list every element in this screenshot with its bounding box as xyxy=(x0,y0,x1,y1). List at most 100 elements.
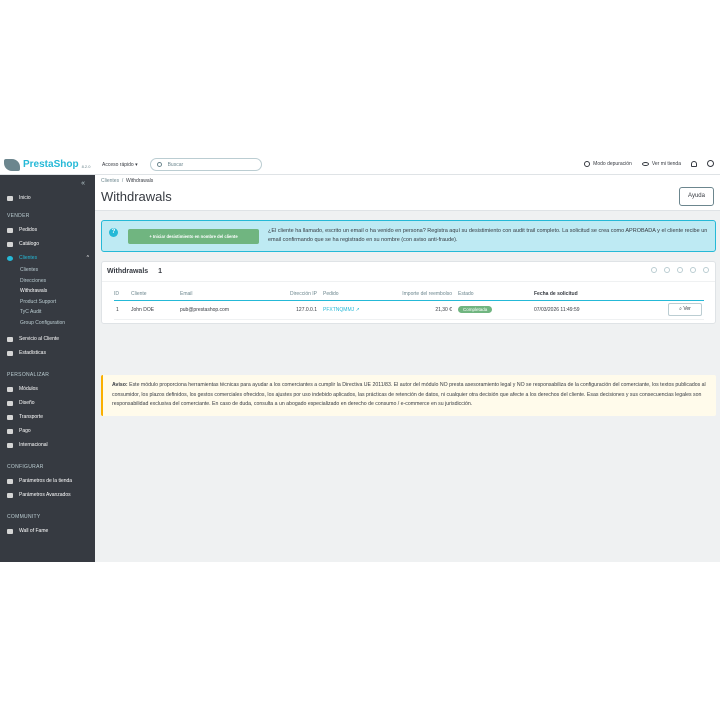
sidebar-item-shipping[interactable]: Transporte xyxy=(0,410,95,424)
sidebar-item-payment[interactable]: Pago xyxy=(0,424,95,438)
sidebar-item-shop-parameters[interactable]: Parámetros de la tienda xyxy=(0,474,95,488)
bug-icon xyxy=(584,160,591,167)
col-actions xyxy=(654,288,704,301)
collapse-sidebar-icon[interactable]: « xyxy=(81,180,85,187)
sidebar-item-advanced-parameters[interactable]: Parámetros Avanzados xyxy=(0,488,95,502)
truck-icon xyxy=(7,414,13,420)
bell-icon xyxy=(691,160,697,167)
page-title: Withdrawals xyxy=(101,189,172,204)
breadcrumb-current: Withdrawals xyxy=(126,178,154,184)
cell-status: Completada xyxy=(458,300,534,320)
store-icon xyxy=(7,241,13,247)
globe-icon xyxy=(7,442,13,448)
notifications-button[interactable] xyxy=(691,160,697,167)
info-alert: ? + Iniciar desistimiento en nombre del … xyxy=(101,220,716,252)
employee-menu-button[interactable] xyxy=(707,160,714,167)
sidebar-item-customer-service[interactable]: Servicio al Cliente xyxy=(0,332,95,346)
panel-header: Withdrawals 1 xyxy=(102,262,715,282)
sidebar-item-label: Servicio al Cliente xyxy=(19,336,60,342)
view-button[interactable]: ⌕ Ver xyxy=(668,303,702,316)
external-link-icon[interactable]: ↗ xyxy=(354,307,359,313)
people-icon xyxy=(7,528,13,534)
desktop-icon xyxy=(7,400,13,406)
col-status[interactable]: Estado xyxy=(458,288,534,301)
sidebar-item-label: Pedidos xyxy=(19,227,38,233)
cell-ip: 127.0.0.1 xyxy=(283,300,323,320)
brand-name: PrestaShop xyxy=(23,159,79,170)
section-community: COMMUNITY xyxy=(7,514,41,520)
sidebar-item-design[interactable]: Diseño xyxy=(0,396,95,410)
quick-access-dropdown[interactable]: Acceso rápido ▾ xyxy=(102,162,138,168)
sidebar-sub-withdrawals[interactable]: Withdrawals xyxy=(0,286,95,297)
sidebar-item-orders[interactable]: Pedidos xyxy=(0,223,95,237)
sidebar-item-label: Módulos xyxy=(19,386,38,392)
cell-order: PFXTNQMMJ ↗ xyxy=(323,300,396,320)
trash-icon[interactable] xyxy=(703,267,709,273)
legal-warning-alert: Aviso: Este módulo proporciona herramien… xyxy=(101,375,716,416)
withdrawals-table: ID Cliente Email Dirección IP Pedido Imp… xyxy=(114,288,704,320)
debug-mode-link[interactable]: Modo depuración xyxy=(584,160,632,167)
view-button-label: Ver xyxy=(683,306,691,312)
panel-toolbar xyxy=(644,267,709,273)
panel-title-text: Withdrawals xyxy=(107,268,149,275)
cell-customer: John DOE xyxy=(131,300,180,320)
sidebar-item-label: Catálogo xyxy=(19,241,40,247)
sidebar-sub-product-support[interactable]: Product Support xyxy=(0,297,95,308)
col-order[interactable]: Pedido xyxy=(323,288,396,301)
order-link[interactable]: PFXTNQMMJ xyxy=(323,307,354,313)
sidebar-item-label: Parámetros de la tienda xyxy=(19,478,73,484)
warning-text: Aviso: Este módulo proporciona herramien… xyxy=(112,381,712,410)
breadcrumb-parent[interactable]: Clientes xyxy=(101,178,119,184)
sidebar-item-stats[interactable]: Estadísticas xyxy=(0,346,95,360)
export-icon[interactable] xyxy=(651,267,657,273)
panel-title: Withdrawals 1 xyxy=(107,268,162,275)
breadcrumb: Clientes / Withdrawals xyxy=(101,178,153,184)
sidebar-sub-group-configuration[interactable]: Group Configuration xyxy=(0,318,95,329)
sidebar-item-international[interactable]: Internacional xyxy=(0,438,95,452)
withdrawals-panel: Withdrawals 1 ID Cliente Email Dirección… xyxy=(101,261,716,324)
sidebar-item-home[interactable]: Inicio xyxy=(0,191,95,205)
sidebar-sub-tyc-audit[interactable]: TyC Audit xyxy=(0,307,95,318)
sidebar-sub-addresses[interactable]: Direcciones xyxy=(0,276,95,287)
search-input[interactable]: Buscar xyxy=(149,158,262,171)
cell-id: 1 xyxy=(114,300,131,320)
col-email[interactable]: Email xyxy=(180,288,283,301)
sidebar-item-catalog[interactable]: Catálogo xyxy=(0,237,95,251)
cell-date: 07/03/2026 11:49:59 xyxy=(534,300,654,320)
admin-app: PrestaShop 8.2.0 Acceso rápido ▾ Buscar … xyxy=(0,155,720,562)
sql-query-icon[interactable] xyxy=(690,267,696,273)
panel-count-badge: 1 xyxy=(158,268,163,275)
table-row[interactable]: 1 John DOE pub@prestashop.com 127.0.0.1 … xyxy=(114,300,704,320)
col-date[interactable]: Fecha de solicitud xyxy=(534,288,654,301)
refresh-icon[interactable] xyxy=(677,267,683,273)
section-customize: PERSONALIZAR xyxy=(7,372,50,378)
debug-mode-label: Modo depuración xyxy=(593,160,632,167)
sidebar-item-label: Internacional xyxy=(19,442,48,448)
sidebar-item-modules[interactable]: Módulos xyxy=(0,382,95,396)
cell-amount: 21,30 € xyxy=(396,300,458,320)
help-button[interactable]: Ayuda xyxy=(679,187,714,206)
sidebar-item-label: Parámetros Avanzados xyxy=(19,492,71,498)
view-store-label: Ver mi tienda xyxy=(651,160,681,167)
start-withdrawal-button[interactable]: + Iniciar desistimiento en nombre del cl… xyxy=(128,229,259,244)
sidebar-item-label: Diseño xyxy=(19,400,35,406)
logo[interactable]: PrestaShop 8.2.0 xyxy=(0,158,96,171)
info-text: ¿El cliente ha llamado, escrito un email… xyxy=(268,228,708,243)
sidebar-sub-customers[interactable]: Clientes xyxy=(0,265,95,276)
sidebar-item-label: Wall of Fame xyxy=(19,528,49,534)
sidebar-item-label: Transporte xyxy=(19,414,43,420)
view-store-link[interactable]: Ver mi tienda xyxy=(641,160,681,167)
sidebar-item-wall-of-fame[interactable]: Wall of Fame xyxy=(0,524,95,538)
main-content: Clientes / Withdrawals Withdrawals Ayuda… xyxy=(95,175,720,562)
settings-icon[interactable] xyxy=(664,267,670,273)
eye-icon xyxy=(641,161,649,166)
col-id[interactable]: ID xyxy=(114,288,131,301)
credit-card-icon xyxy=(7,428,13,434)
top-header: PrestaShop 8.2.0 Acceso rápido ▾ Buscar … xyxy=(0,155,720,175)
settings-applications-icon xyxy=(7,492,13,498)
sidebar-item-customers[interactable]: Clientes ^ xyxy=(0,251,95,265)
breadcrumb-separator: / xyxy=(121,178,124,184)
col-ip[interactable]: Dirección IP xyxy=(283,288,323,301)
col-amount[interactable]: Importe del reembolso xyxy=(396,288,458,301)
col-customer[interactable]: Cliente xyxy=(131,288,180,301)
